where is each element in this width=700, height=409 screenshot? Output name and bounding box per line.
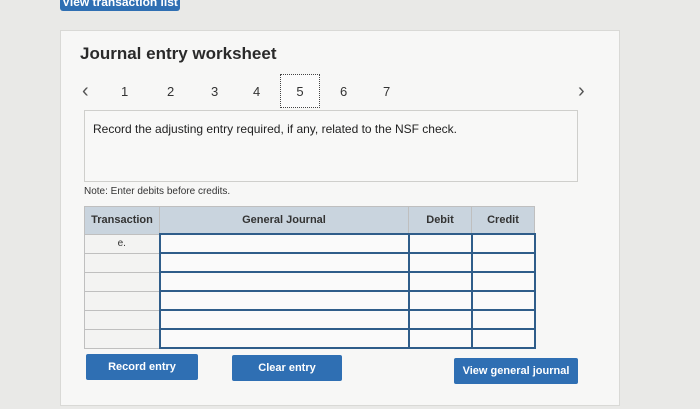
table-row (84, 290, 536, 311)
view-general-journal-button[interactable]: View general journal (454, 358, 578, 384)
table-row (84, 309, 536, 330)
pager: ‹ 1 2 3 4 5 6 7 › (78, 74, 598, 108)
debit-input[interactable] (407, 309, 473, 330)
col-debit: Debit (408, 206, 472, 235)
page-4[interactable]: 4 (253, 74, 260, 108)
table-row (84, 271, 536, 292)
clear-entry-button[interactable]: Clear entry (232, 355, 342, 381)
col-general-journal: General Journal (159, 206, 409, 235)
chevron-right-icon[interactable]: › (578, 74, 585, 108)
record-entry-button[interactable]: Record entry (86, 354, 198, 380)
col-credit: Credit (471, 206, 535, 235)
transaction-cell (84, 328, 160, 349)
instruction-text: Record the adjusting entry required, if … (93, 122, 457, 136)
credit-input[interactable] (470, 290, 536, 311)
transaction-cell (84, 290, 160, 311)
page-5-active[interactable]: 5 (280, 74, 320, 108)
note-text: Note: Enter debits before credits. (84, 186, 231, 197)
debit-input[interactable] (407, 271, 473, 292)
transaction-cell (84, 271, 160, 292)
instruction-box: Record the adjusting entry required, if … (84, 110, 578, 182)
journal-table: Transaction General Journal Debit Credit… (84, 206, 536, 349)
table-row (84, 328, 536, 349)
credit-input[interactable] (470, 271, 536, 292)
view-transaction-list-button[interactable]: View transaction list (60, 0, 180, 11)
account-input[interactable] (158, 290, 410, 311)
page-3[interactable]: 3 (211, 74, 218, 108)
debit-input[interactable] (407, 252, 473, 273)
account-input[interactable] (158, 271, 410, 292)
credit-input[interactable] (470, 328, 536, 349)
table-row: e. (84, 233, 536, 254)
table-row (84, 252, 536, 273)
page-6[interactable]: 6 (340, 74, 347, 108)
credit-input[interactable] (470, 233, 536, 254)
debit-input[interactable] (407, 233, 473, 254)
col-transaction: Transaction (84, 206, 160, 235)
transaction-cell (84, 309, 160, 330)
account-input[interactable] (158, 233, 410, 254)
page-2[interactable]: 2 (167, 74, 174, 108)
chevron-left-icon[interactable]: ‹ (82, 74, 89, 108)
credit-input[interactable] (470, 309, 536, 330)
transaction-cell (84, 252, 160, 273)
account-input[interactable] (158, 252, 410, 273)
page-1[interactable]: 1 (121, 74, 128, 108)
account-input[interactable] (158, 328, 410, 349)
credit-input[interactable] (470, 252, 536, 273)
account-input[interactable] (158, 309, 410, 330)
transaction-cell: e. (84, 233, 160, 254)
debit-input[interactable] (407, 290, 473, 311)
debit-input[interactable] (407, 328, 473, 349)
page-7[interactable]: 7 (383, 74, 390, 108)
worksheet-title: Journal entry worksheet (80, 44, 277, 63)
